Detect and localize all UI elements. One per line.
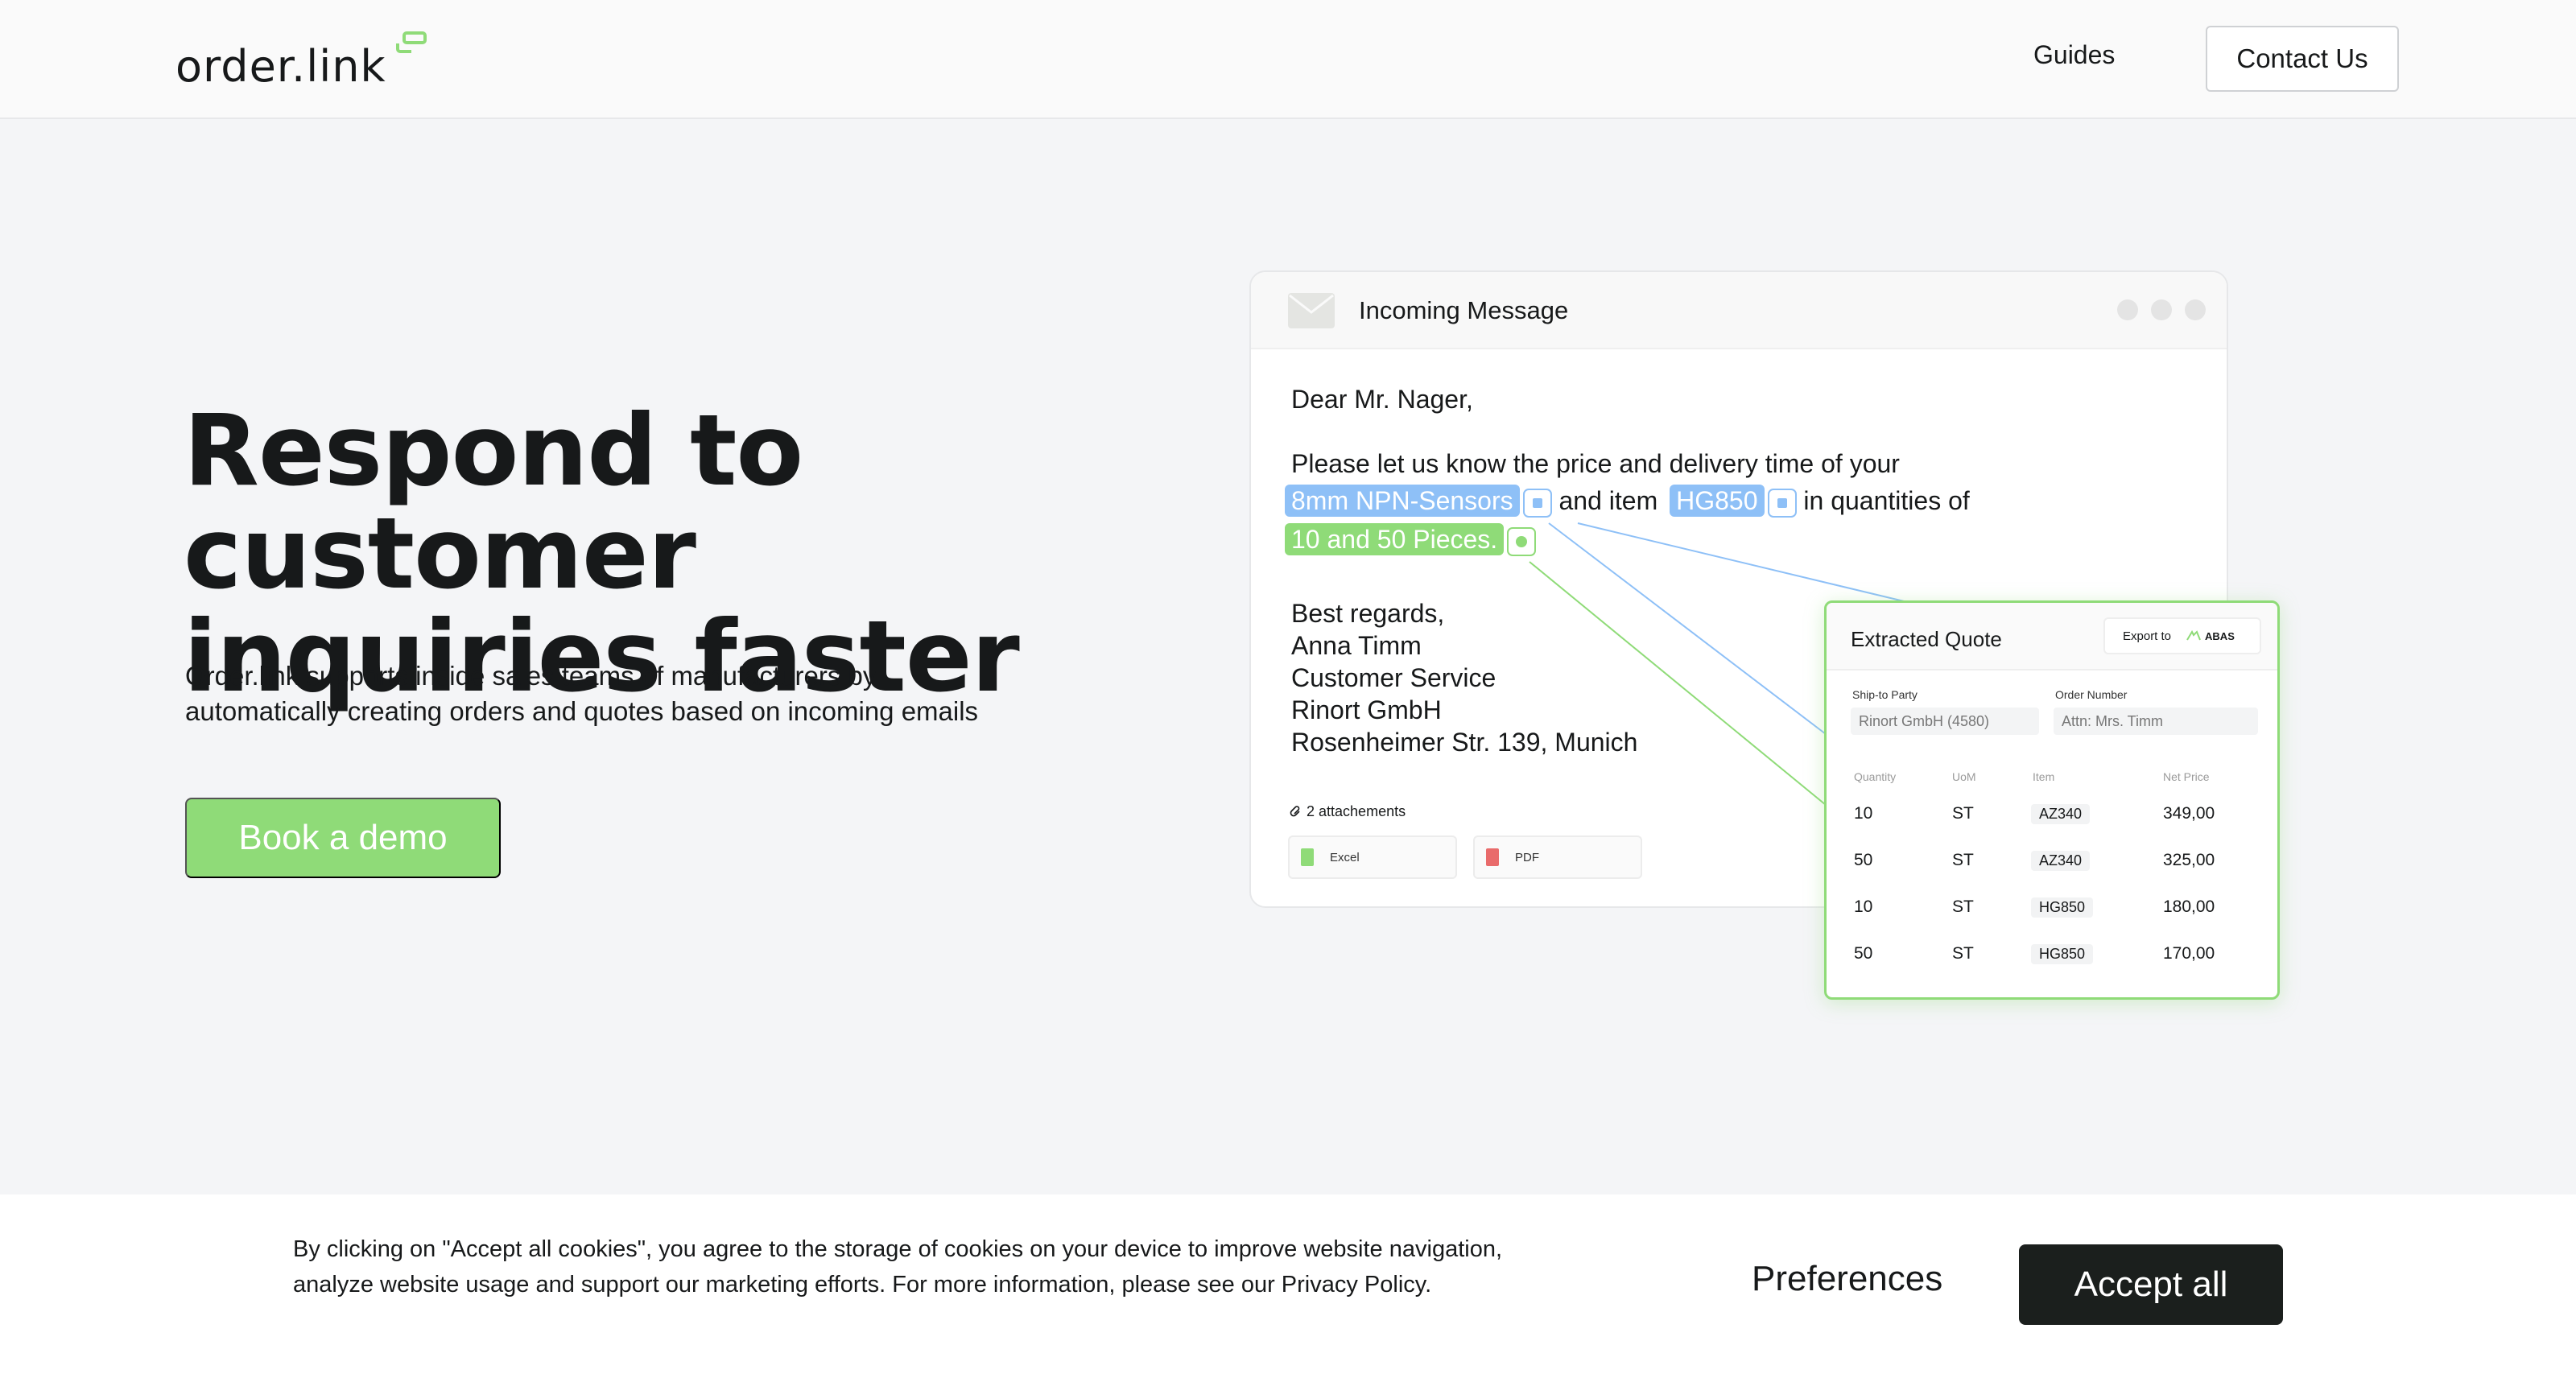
nav-guides-link[interactable]: Guides <box>2033 40 2115 70</box>
message-body-line3: 10 and 50 Pieces. <box>1285 523 1537 556</box>
ship-to-label: Ship-to Party <box>1852 688 1918 701</box>
site-header: order.link Guides Contact Us <box>0 0 2576 119</box>
message-body-line1: Please let us know the price and deliver… <box>1291 449 1900 478</box>
highlight-quantities: 10 and 50 Pieces. <box>1285 523 1505 555</box>
signature-line: Rosenheimer Str. 139, Munich <box>1291 728 1638 757</box>
extracted-quote-card: Extracted Quote Export to ABAS Ship-to P… <box>1824 600 2280 1000</box>
accept-all-button[interactable]: Accept all <box>2019 1244 2283 1325</box>
cookie-banner: By clicking on "Accept all cookies", you… <box>0 1194 2576 1378</box>
contact-us-button[interactable]: Contact Us <box>2206 26 2399 92</box>
hero-title-line1: Respond to customer <box>184 394 803 611</box>
message-title: Incoming Message <box>1359 296 1569 324</box>
logo[interactable]: order.link <box>175 31 427 92</box>
window-dot <box>2117 299 2138 320</box>
export-button[interactable]: Export to ABAS <box>2103 617 2261 654</box>
hero-subtitle-line2: automatically creating orders and quotes… <box>185 696 979 726</box>
excel-file-icon <box>1301 848 1314 866</box>
hero-subtitle: Order.link supports inside sales teams o… <box>185 658 1087 729</box>
pdf-file-icon <box>1486 848 1499 866</box>
column-header-item: Item <box>2033 770 2055 783</box>
message-body-line2: 8mm NPN-Sensors and item HG850 in quanti… <box>1285 485 1970 518</box>
and-item-text: and item <box>1558 486 1658 515</box>
link-icon <box>396 31 427 53</box>
envelope-icon <box>1288 293 1335 328</box>
window-dot <box>2185 299 2206 320</box>
paperclip-icon <box>1290 806 1300 817</box>
signature-line: Rinort GmbH <box>1291 695 1442 724</box>
message-header: Incoming Message <box>1251 272 2227 349</box>
order-number-label: Order Number <box>2055 688 2128 701</box>
quote-header: Extracted Quote Export to ABAS <box>1827 603 2277 670</box>
blue-marker-icon <box>1767 488 1797 518</box>
window-dots <box>2117 299 2206 320</box>
green-marker-icon <box>1507 526 1537 556</box>
highlight-sensors: 8mm NPN-Sensors <box>1285 485 1520 517</box>
message-greeting: Dear Mr. Nager, <box>1291 385 1473 414</box>
abas-icon <box>2186 630 2201 641</box>
blue-marker-icon <box>1522 488 1552 518</box>
window-dot <box>2151 299 2172 320</box>
in-quantities-text: in quantities of <box>1803 486 1970 515</box>
quote-title: Extracted Quote <box>1851 627 2002 651</box>
hero-subtitle-line1: Order.link supports inside sales teams o… <box>185 661 877 691</box>
order-number-field[interactable]: Attn: Mrs. Timm <box>2054 708 2258 735</box>
signature-line: Customer Service <box>1291 663 1496 692</box>
cookie-text: By clicking on "Accept all cookies", you… <box>293 1236 1503 1298</box>
attachment-excel[interactable]: Excel <box>1288 835 1457 879</box>
preferences-button[interactable]: Preferences <box>1752 1259 1942 1299</box>
logo-text: order.link <box>175 41 386 92</box>
column-header-net-price: Net Price <box>2163 770 2210 783</box>
attachment-pdf[interactable]: PDF <box>1473 835 1642 879</box>
signature-line: Anna Timm <box>1291 631 1422 660</box>
book-demo-button[interactable]: Book a demo <box>185 798 501 878</box>
ship-to-field[interactable]: Rinort GmbH (4580) <box>1851 708 2039 735</box>
highlight-hg850: HG850 <box>1670 485 1765 517</box>
attachments-label: 2 attachements <box>1290 803 1406 820</box>
abas-logo: ABAS <box>2186 630 2235 642</box>
column-header-uom: UoM <box>1952 770 1976 783</box>
column-header-quantity: Quantity <box>1854 770 1897 783</box>
signature-line: Best regards, <box>1291 599 1445 628</box>
